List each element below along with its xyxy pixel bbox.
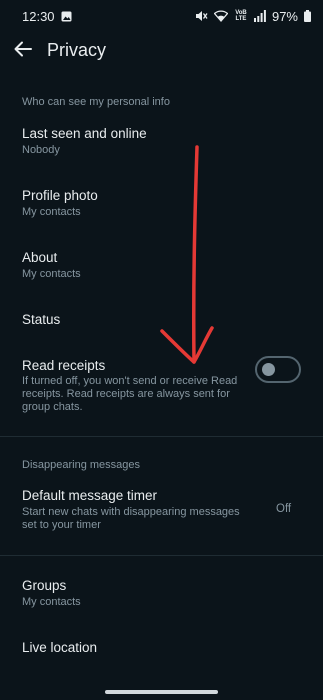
page-title: Privacy (47, 40, 107, 60)
divider (0, 555, 323, 556)
read-receipts-desc-2: receipts. Read receipts are always sent … (22, 388, 230, 400)
last-seen-row[interactable]: Last seen and online Nobody (0, 118, 323, 166)
about-row[interactable]: About My contacts (0, 242, 323, 290)
toggle-knob (262, 363, 275, 376)
section-header-personal-info: Who can see my personal info (22, 96, 170, 108)
volte-icon: VoB LTE (235, 10, 247, 22)
default-timer-desc-2: set to your timer (22, 519, 101, 531)
default-timer-title: Default message timer (22, 488, 158, 503)
last-seen-title: Last seen and online (22, 126, 147, 141)
default-message-timer-row[interactable]: Default message timer Start new chats wi… (0, 481, 323, 539)
read-receipts-desc-3: group chats. (22, 401, 83, 413)
mute-icon (195, 10, 208, 22)
default-timer-desc-1: Start new chats with disappearing messag… (22, 506, 240, 518)
signal-icon (253, 10, 266, 22)
read-receipts-title: Read receipts (22, 358, 106, 373)
about-title: About (22, 250, 58, 265)
divider (0, 436, 323, 437)
home-indicator[interactable] (105, 690, 218, 694)
live-location-title: Live location (22, 640, 98, 655)
status-title: Status (22, 312, 61, 327)
battery-icon (304, 10, 311, 22)
profile-photo-title: Profile photo (22, 188, 98, 203)
about-value: My contacts (22, 268, 81, 280)
status-bar-right: VoB LTE 97% (195, 9, 311, 24)
gallery-notification-icon (61, 11, 72, 22)
battery-percent: 97% (271, 8, 298, 24)
default-timer-value: Off (276, 503, 292, 515)
read-receipts-toggle[interactable] (255, 356, 301, 383)
back-button[interactable] (10, 36, 36, 62)
groups-value: My contacts (22, 596, 81, 608)
status-bar: 12:30 VoB LTE 97% (0, 0, 323, 32)
read-receipts-desc-1: If turned off, you won't send or receive… (22, 375, 238, 387)
status-row[interactable]: Status (0, 304, 323, 340)
groups-title: Groups (22, 578, 67, 593)
app-bar: Privacy (0, 32, 323, 68)
last-seen-value: Nobody (22, 144, 60, 156)
profile-photo-value: My contacts (22, 206, 81, 218)
status-bar-left: 12:30 (22, 9, 72, 24)
live-location-row[interactable]: Live location (0, 632, 323, 668)
section-header-disappearing: Disappearing messages (22, 459, 141, 471)
profile-photo-row[interactable]: Profile photo My contacts (0, 180, 323, 228)
arrow-left-icon (14, 41, 32, 57)
wifi-icon (213, 10, 228, 22)
status-time: 12:30 (22, 8, 55, 24)
groups-row[interactable]: Groups My contacts (0, 570, 323, 618)
